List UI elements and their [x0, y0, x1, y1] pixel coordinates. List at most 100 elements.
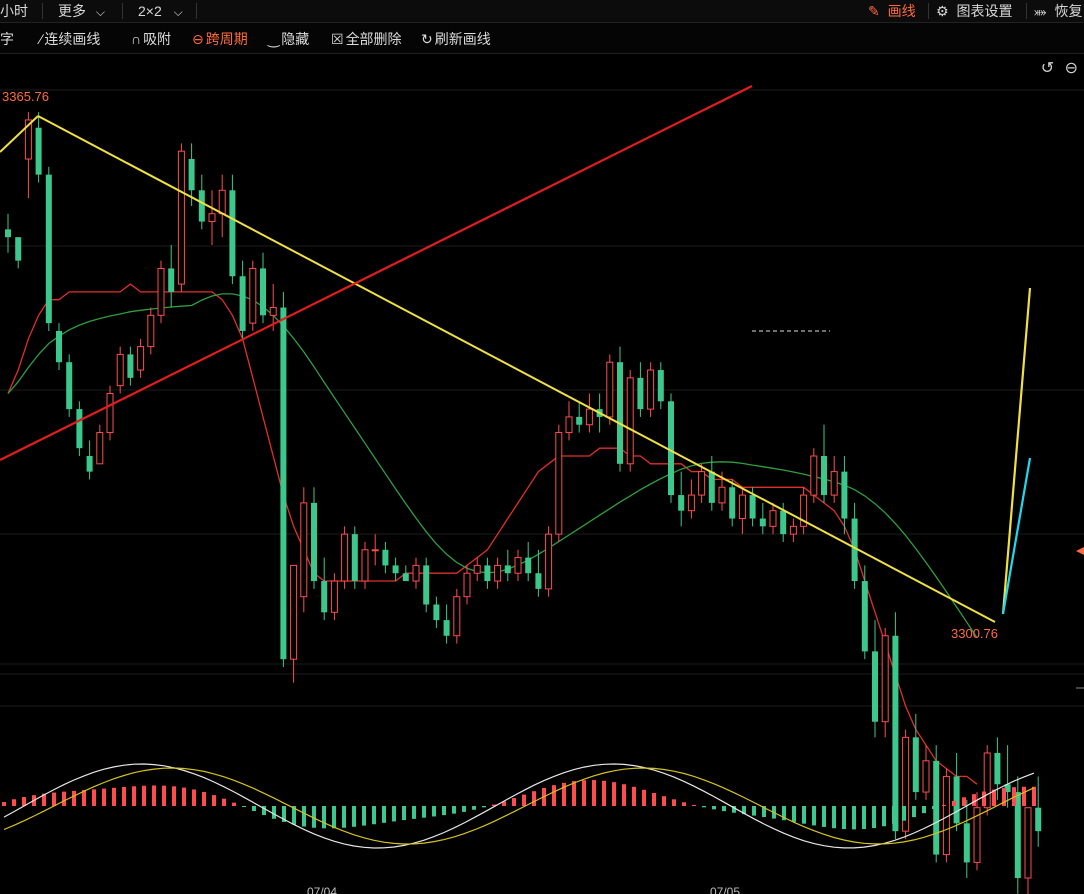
- candle: [321, 557, 328, 621]
- cross-period-icon: ⊖: [192, 31, 204, 47]
- candle: [168, 244, 175, 308]
- macd-histogram-bar: [882, 806, 886, 827]
- candle: [218, 174, 226, 238]
- macd-histogram-bar: [622, 784, 626, 806]
- period-selector[interactable]: 小时: [0, 0, 28, 22]
- candle: [545, 526, 553, 597]
- macd-histogram-bar: [572, 781, 576, 806]
- candle: [668, 393, 674, 503]
- candle: [514, 549, 522, 582]
- candle: [759, 502, 766, 535]
- candle: [698, 463, 706, 503]
- snap-button[interactable]: ∩ 吸附: [131, 23, 171, 53]
- macd-histogram-bar: [932, 806, 936, 810]
- candle-body: [443, 620, 450, 636]
- candle: [473, 557, 481, 582]
- candle-body: [718, 486, 726, 504]
- trend-line-yellow-top-left: [0, 115, 39, 153]
- candle-body: [453, 596, 461, 637]
- text-tool-button[interactable]: 字: [0, 23, 14, 53]
- candle-body: [841, 471, 848, 519]
- macd-histogram-bar: [2, 802, 6, 806]
- macd-histogram-bar: [302, 806, 306, 827]
- candle-body: [555, 432, 563, 535]
- macd-histogram-bar: [972, 794, 976, 806]
- macd-histogram-bar: [892, 806, 896, 824]
- layout-label: 2×2: [138, 3, 162, 19]
- candle: [872, 620, 878, 738]
- macd-histogram-bar: [612, 782, 616, 806]
- candle: [525, 541, 532, 582]
- macd-histogram-bar: [202, 791, 206, 806]
- restore-icon: ⤘: [1034, 3, 1047, 19]
- macd-histogram-bar: [682, 802, 686, 806]
- macd-histogram-bar: [582, 780, 586, 806]
- trend-line-cyan-up: [1001, 457, 1032, 615]
- macd-histogram-bar: [702, 806, 706, 808]
- period-label: 小时: [0, 3, 28, 19]
- gear-icon: ⚙: [936, 3, 949, 19]
- candle-body: [290, 564, 298, 660]
- candle-body: [463, 572, 471, 598]
- macd-histogram-bar: [352, 806, 356, 827]
- candle-body: [147, 314, 155, 348]
- macd-histogram-bar: [422, 806, 426, 818]
- candle-body: [994, 752, 1001, 785]
- candle: [56, 323, 62, 371]
- chart-settings-label: 图表设置: [956, 3, 1013, 19]
- candle-body: [872, 651, 878, 722]
- macd-histogram-bar: [462, 806, 466, 812]
- draw-line-button[interactable]: ✎ 画线: [868, 0, 916, 22]
- pencil-icon: ✎: [868, 3, 880, 19]
- candle: [137, 338, 145, 378]
- x-tick-label: 07/05: [710, 885, 740, 894]
- delete-all-button[interactable]: ☒ 全部删除: [331, 23, 402, 53]
- candle-body: [198, 190, 205, 222]
- candle-body: [269, 307, 277, 316]
- macd-histogram-bar: [452, 806, 456, 814]
- price-labels: 3365.76 3300.76: [2, 89, 998, 641]
- candle: [647, 362, 655, 417]
- toolbar-divider: [928, 3, 929, 19]
- macd-histogram-bar: [692, 804, 696, 806]
- candlestick-chart[interactable]: 3365.76 3300.76 07/04 07/05: [0, 54, 1084, 894]
- candle-body: [249, 267, 257, 324]
- macd-histogram-bar: [102, 788, 106, 806]
- candle-body: [402, 573, 409, 582]
- candle: [371, 534, 379, 566]
- candle: [127, 346, 134, 386]
- restore-button[interactable]: ⤘ 恢复: [1034, 0, 1083, 22]
- candle: [933, 745, 940, 863]
- macd-histogram-bar: [482, 806, 486, 808]
- candle: [1024, 807, 1032, 894]
- layout-dropdown[interactable]: 2×2 ⌵: [138, 0, 183, 22]
- cross-period-button[interactable]: ⊖ 跨周期: [192, 23, 248, 53]
- candle: [535, 549, 542, 597]
- candle-body: [280, 307, 287, 660]
- macd-histogram-bar: [472, 806, 476, 810]
- continuous-draw-button[interactable]: ∕ 连续画线: [40, 23, 100, 53]
- candle-body: [963, 823, 970, 863]
- candle: [687, 479, 695, 519]
- refresh-lines-button[interactable]: ↻ 刷新画线: [421, 23, 491, 53]
- slash-line-icon: ∕: [40, 31, 43, 47]
- candle: [789, 518, 797, 542]
- macd-histogram-bar: [792, 806, 796, 822]
- candle: [330, 573, 338, 621]
- candle: [953, 752, 960, 832]
- more-dropdown[interactable]: 更多 ⌵: [58, 0, 105, 22]
- candle: [565, 401, 573, 441]
- candle-body: [830, 471, 838, 496]
- candle: [738, 487, 746, 535]
- macd-histogram-bar: [652, 792, 656, 806]
- hide-button[interactable]: ‿ 隐藏: [268, 23, 309, 53]
- restore-label: 恢复: [1054, 3, 1083, 19]
- candle: [116, 346, 124, 394]
- macd-histogram-bar: [152, 785, 156, 806]
- candle: [402, 565, 409, 582]
- candle-body: [96, 432, 104, 465]
- candle: [555, 424, 563, 542]
- drawn-trend-lines: [0, 85, 1084, 623]
- macd-histogram-bar: [392, 806, 396, 822]
- chart-settings-button[interactable]: ⚙ 图表设置: [936, 0, 1012, 22]
